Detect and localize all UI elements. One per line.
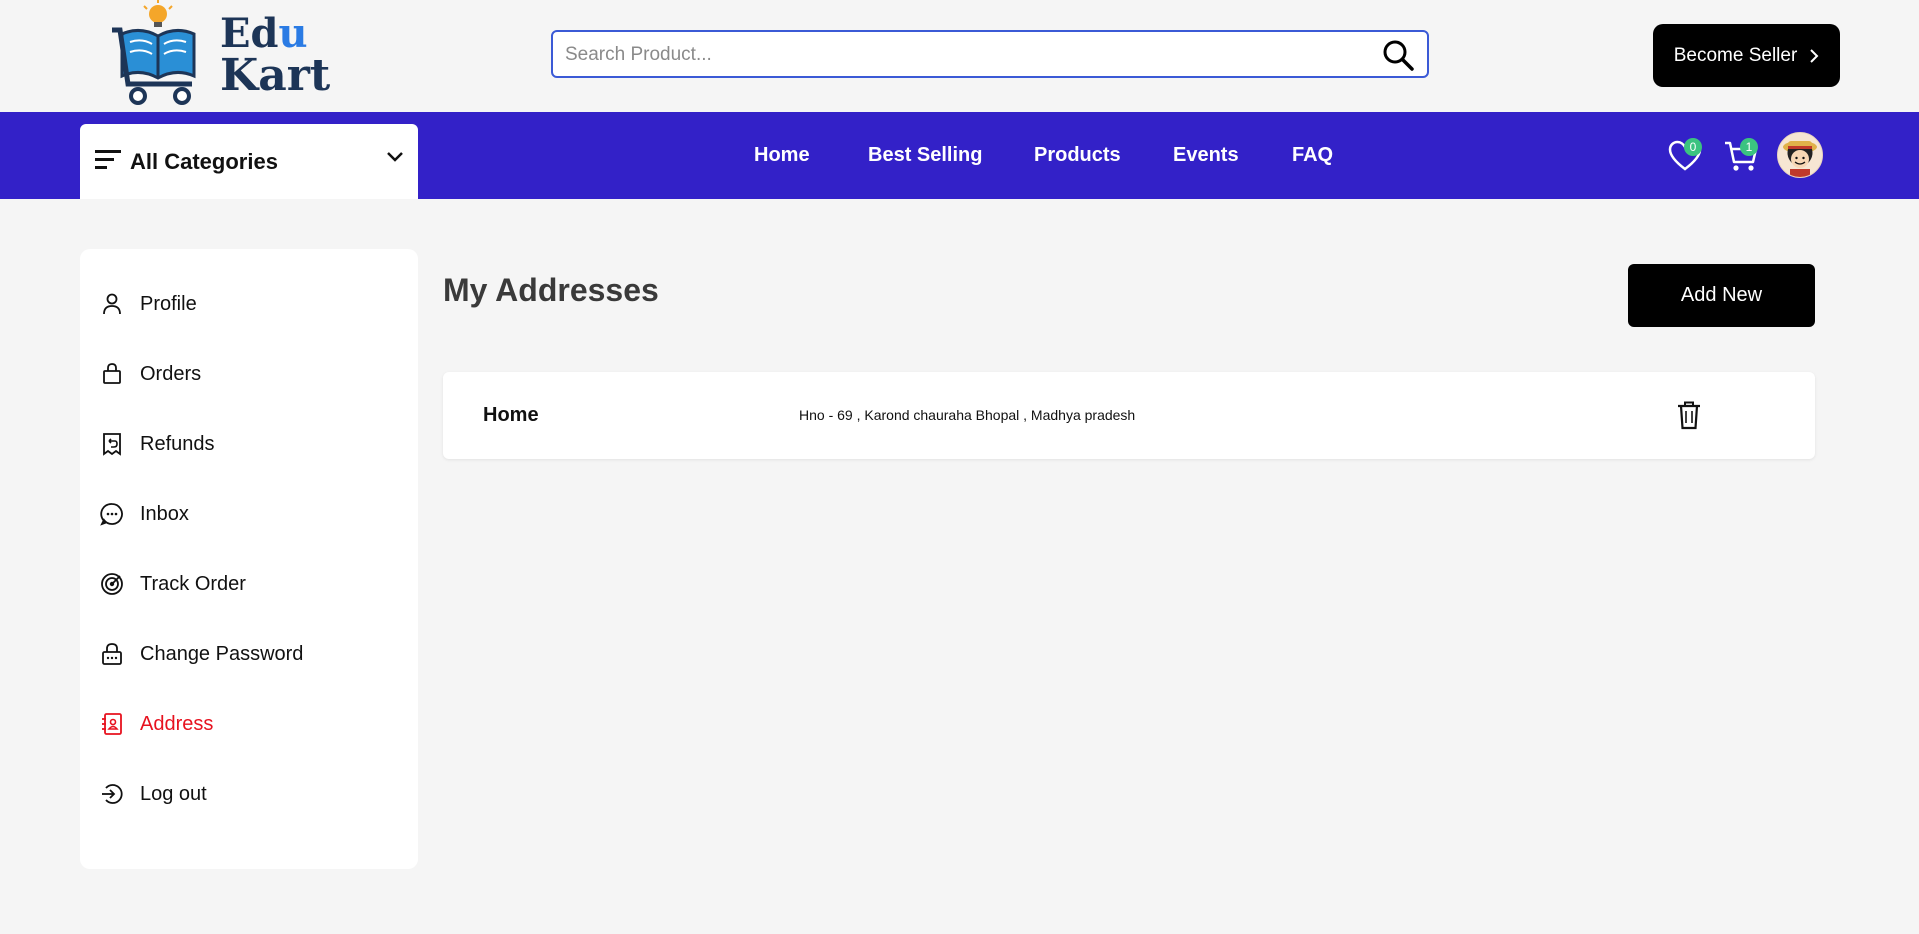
sidebar-item-label: Inbox	[140, 502, 189, 525]
chat-bubble-icon	[100, 503, 123, 526]
nav-link-home[interactable]: Home	[754, 144, 810, 167]
address-card: Home Hno - 69 , Karond chauraha Bhopal ,…	[443, 372, 1815, 459]
person-icon	[103, 293, 121, 315]
brand-wordmark: Edu Kart	[220, 12, 330, 98]
become-seller-button[interactable]: Become Seller	[1653, 24, 1840, 87]
track-target-icon	[101, 573, 123, 595]
top-header: Edu Kart Become Seller	[0, 0, 1919, 112]
add-new-label: Add New	[1680, 284, 1763, 306]
sidebar-item-label: Track Order	[140, 572, 246, 595]
account-sidebar: Profile Orders Refunds Inbox Track Order…	[80, 249, 418, 869]
edukart-logo[interactable]: Edu Kart	[108, 0, 330, 108]
address-book-icon	[102, 713, 122, 735]
chevron-right-icon	[1810, 48, 1819, 63]
sidebar-item-label: Log out	[140, 782, 207, 805]
add-new-address-button[interactable]: Add New	[1628, 264, 1815, 327]
address-text: Hno - 69 , Karond chauraha Bhopal , Madh…	[799, 407, 1136, 423]
sidebar-item-refunds[interactable]: Refunds	[100, 426, 400, 462]
delete-trash-icon[interactable]	[1675, 400, 1703, 430]
avatar-image	[1778, 133, 1822, 177]
page-title: My Addresses	[443, 272, 659, 308]
receipt-refund-icon	[103, 433, 121, 456]
sidebar-item-label: Orders	[140, 362, 202, 385]
sidebar-item-change-password[interactable]: Change Password	[100, 636, 400, 672]
nav-link-best-selling[interactable]: Best Selling	[868, 144, 982, 167]
nav-link-products[interactable]: Products	[1034, 144, 1121, 167]
chevron-down-icon	[387, 152, 403, 162]
search-input[interactable]	[563, 32, 1367, 78]
nav-link-events[interactable]: Events	[1173, 144, 1239, 167]
sidebar-item-label: Profile	[140, 292, 197, 315]
all-categories-dropdown[interactable]: All Categories	[80, 124, 418, 199]
lock-password-icon	[102, 643, 122, 665]
sort-lines-icon	[95, 150, 121, 169]
address-type: Home	[483, 404, 539, 426]
search-icon[interactable]	[1381, 38, 1415, 72]
sidebar-item-logout[interactable]: Log out	[100, 776, 400, 812]
cart-count-badge: 1	[1740, 138, 1758, 156]
become-seller-label: Become Seller	[1673, 44, 1798, 66]
wishlist-count-badge: 0	[1684, 138, 1702, 156]
user-avatar[interactable]	[1777, 132, 1823, 178]
sidebar-item-address[interactable]: Address	[100, 706, 400, 742]
nav-link-faq[interactable]: FAQ	[1292, 144, 1333, 167]
brand-name-kart: Kart	[220, 50, 331, 101]
sidebar-item-label: Change Password	[140, 642, 304, 665]
shopping-bag-icon	[103, 363, 121, 384]
sidebar-item-label: Address	[140, 712, 214, 735]
search-bar	[551, 30, 1429, 78]
logout-icon	[102, 784, 123, 804]
sidebar-item-label: Refunds	[140, 432, 215, 455]
sidebar-item-orders[interactable]: Orders	[100, 356, 400, 392]
sidebar-item-track-order[interactable]: Track Order	[100, 566, 400, 602]
sidebar-item-profile[interactable]: Profile	[100, 286, 400, 322]
book-cart-logo-icon	[112, 0, 196, 105]
all-categories-label: All Categories	[130, 149, 278, 174]
sidebar-item-inbox[interactable]: Inbox	[100, 496, 400, 532]
